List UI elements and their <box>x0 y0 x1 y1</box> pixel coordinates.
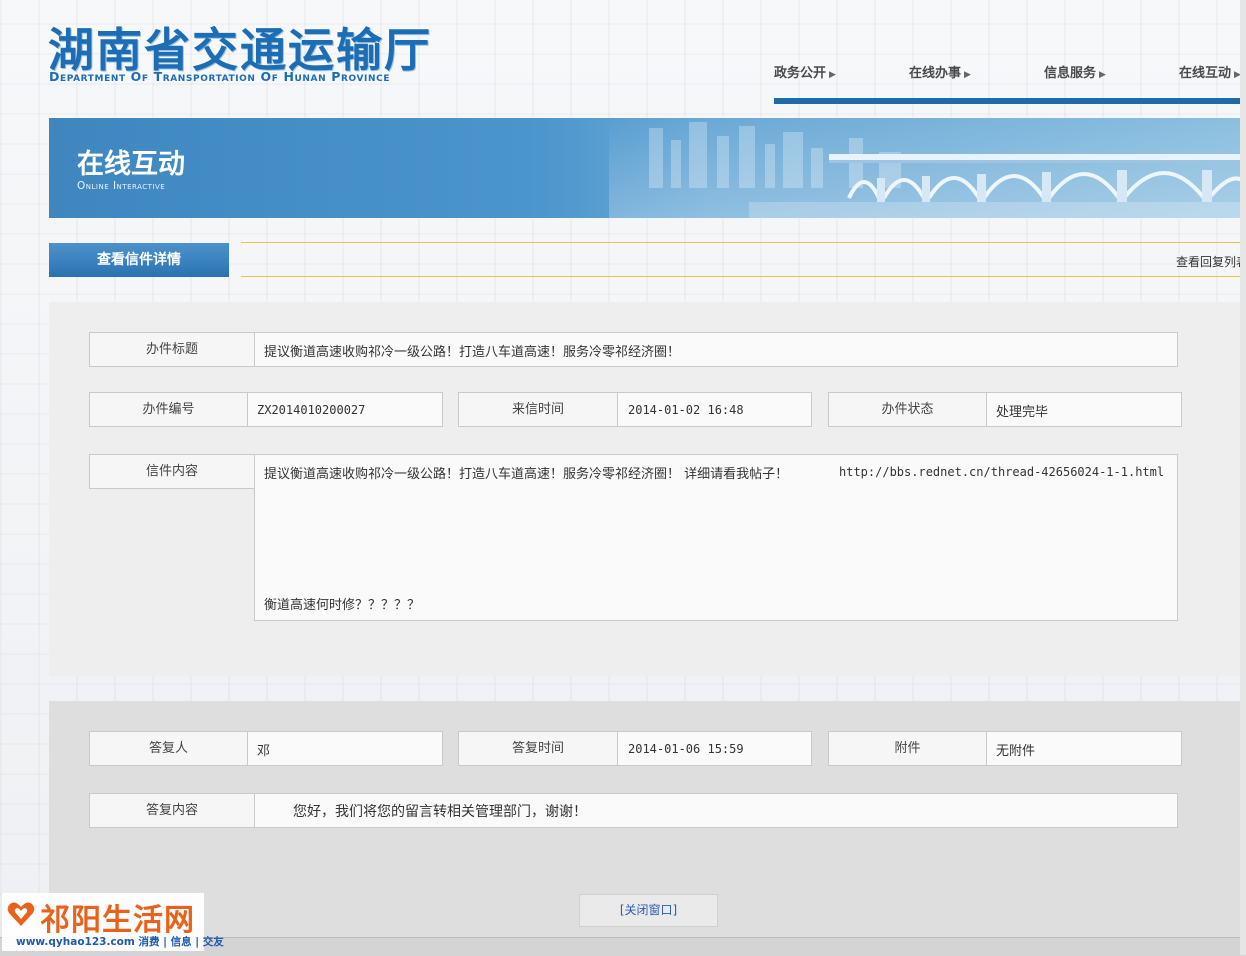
reply-time-value: 2014-01-06 15:59 <box>628 742 744 756</box>
replier-value: 邓 <box>257 744 271 759</box>
reply-content-value: 您好，我们将您的留言转相关管理部门，谢谢！ <box>293 804 587 820</box>
watermark-url: www.qyhao123.com 消费 | 信息 | 交友 <box>16 936 224 948</box>
watermark-logo: 祁阳生活网 www.qyhao123.com 消费 | 信息 | 交友 <box>2 893 224 951</box>
nav-item-government-affairs[interactable]: 政务公开 ▶ <box>774 62 836 81</box>
reply-time-field: 2014-01-06 15:59 <box>617 731 812 766</box>
nav-item-online-services[interactable]: 在线办事 ▶ <box>909 62 971 81</box>
reply-list-link[interactable]: 查看回复列表 <box>1176 253 1246 270</box>
replier-field: 邓 <box>247 731 443 766</box>
section-divider-top <box>241 242 1246 243</box>
nav-label: 信息服务 <box>1044 66 1097 81</box>
letter-time-label: 来信时间 <box>458 392 618 427</box>
caret-right-icon: ▶ <box>964 70 971 80</box>
site-logo-subtitle: Department Of Transportation Of Hunan Pr… <box>49 69 391 84</box>
nav-label: 在线互动 <box>1179 66 1232 81</box>
letter-content-label: 信件内容 <box>89 454 255 489</box>
right-edge-strip <box>1240 0 1246 955</box>
letter-time-value: 2014-01-02 16:48 <box>628 403 744 417</box>
heart-icon <box>7 902 35 926</box>
nav-item-online-interaction[interactable]: 在线互动 ▶ <box>1179 62 1241 81</box>
letter-number-value: ZX2014010200027 <box>257 403 366 417</box>
letter-status-value: 处理完毕 <box>996 405 1049 420</box>
caret-right-icon: ▶ <box>1099 70 1106 80</box>
banner-title: 在线互动 <box>77 149 185 180</box>
letter-title-field: 提议衡道高速收购祁冷一级公路！打造八车道高速！服务冷零祁经济圈！ <box>254 332 1178 367</box>
attachment-value: 无附件 <box>996 744 1036 759</box>
letter-title-value: 提议衡道高速收购祁冷一级公路！打造八车道高速！服务冷零祁经济圈！ <box>264 345 681 360</box>
page-banner: 在线互动 Online Interactive <box>49 118 1246 218</box>
nav-item-information-services[interactable]: 信息服务 ▶ <box>1044 62 1106 81</box>
attachment-label: 附件 <box>828 731 987 766</box>
replier-label: 答复人 <box>89 731 248 766</box>
section-tab-letter-details: 查看信件详情 <box>49 243 229 277</box>
reply-content-label: 答复内容 <box>89 793 255 828</box>
letter-title-label: 办件标题 <box>89 332 255 367</box>
reply-time-label: 答复时间 <box>458 731 618 766</box>
letter-content-text: 提议衡道高速收购祁冷一级公路！打造八车道高速！服务冷零祁经济圈！ 详细请看我帖子… <box>264 467 789 482</box>
section-divider-bottom <box>241 276 1246 277</box>
banner-bridge-image <box>649 122 1246 218</box>
reply-content-field: 您好，我们将您的留言转相关管理部门，谢谢！ <box>254 793 1178 828</box>
letter-time-field: 2014-01-02 16:48 <box>617 392 812 427</box>
letter-status-field: 处理完毕 <box>986 392 1182 427</box>
letter-number-field: ZX2014010200027 <box>247 392 443 427</box>
caret-right-icon: ▶ <box>829 70 836 80</box>
letter-content-url[interactable]: http://bbs.rednet.cn/thread-42656024-1-1… <box>839 465 1164 479</box>
letter-content-question: 衡道高速何时修？？？？？ <box>264 598 421 613</box>
nav-label: 在线办事 <box>909 66 962 81</box>
attachment-field: 无附件 <box>986 731 1182 766</box>
letter-content-field: 提议衡道高速收购祁冷一级公路！打造八车道高速！服务冷零祁经济圈！ 详细请看我帖子… <box>254 454 1178 621</box>
nav-label: 政务公开 <box>774 66 827 81</box>
close-window-button[interactable]: [关闭窗口] <box>579 894 718 927</box>
letter-status-label: 办件状态 <box>828 392 987 427</box>
letter-number-label: 办件编号 <box>89 392 248 427</box>
banner-subtitle: Online Interactive <box>77 180 166 192</box>
watermark-brand: 祁阳生活网 <box>40 903 195 938</box>
main-nav: 政务公开 ▶ 在线办事 ▶ 信息服务 ▶ 在线互动 ▶ <box>774 62 1246 104</box>
